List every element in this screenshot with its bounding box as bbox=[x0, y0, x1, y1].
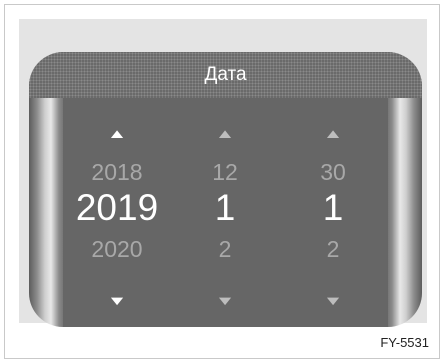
year-current-value: 2019 bbox=[75, 187, 159, 228]
day-up-arrow-icon[interactable]: ▲ bbox=[247, 126, 420, 141]
day-column: ▲ 30 1 2 ▼ bbox=[279, 98, 387, 327]
day-down-arrow-icon[interactable]: ▼ bbox=[247, 293, 420, 308]
month-prev-value[interactable]: 12 bbox=[171, 159, 279, 186]
day-current-value: 1 bbox=[322, 187, 344, 228]
figure-code: FY-5531 bbox=[378, 335, 431, 350]
figure-frame: Дата ▲ 2018 2019 2020 ▼ ▲ 12 1 2 ▼ ▲ 30 … bbox=[4, 4, 440, 359]
month-current-value: 1 bbox=[214, 187, 236, 228]
day-prev-value[interactable]: 30 bbox=[279, 159, 387, 186]
year-prev-value[interactable]: 2018 bbox=[63, 159, 171, 186]
date-picker-panel: Дата ▲ 2018 2019 2020 ▼ ▲ 12 1 2 ▼ ▲ 30 … bbox=[29, 52, 422, 327]
year-next-value[interactable]: 2020 bbox=[63, 236, 171, 263]
header-bar: Дата bbox=[29, 52, 422, 98]
picker-body: ▲ 2018 2019 2020 ▼ ▲ 12 1 2 ▼ ▲ 30 1 2 ▼ bbox=[63, 98, 388, 327]
screen: Дата ▲ 2018 2019 2020 ▼ ▲ 12 1 2 ▼ ▲ 30 … bbox=[19, 19, 427, 327]
header-title: Дата bbox=[204, 64, 247, 85]
day-next-value[interactable]: 2 bbox=[279, 236, 387, 263]
month-next-value[interactable]: 2 bbox=[171, 236, 279, 263]
